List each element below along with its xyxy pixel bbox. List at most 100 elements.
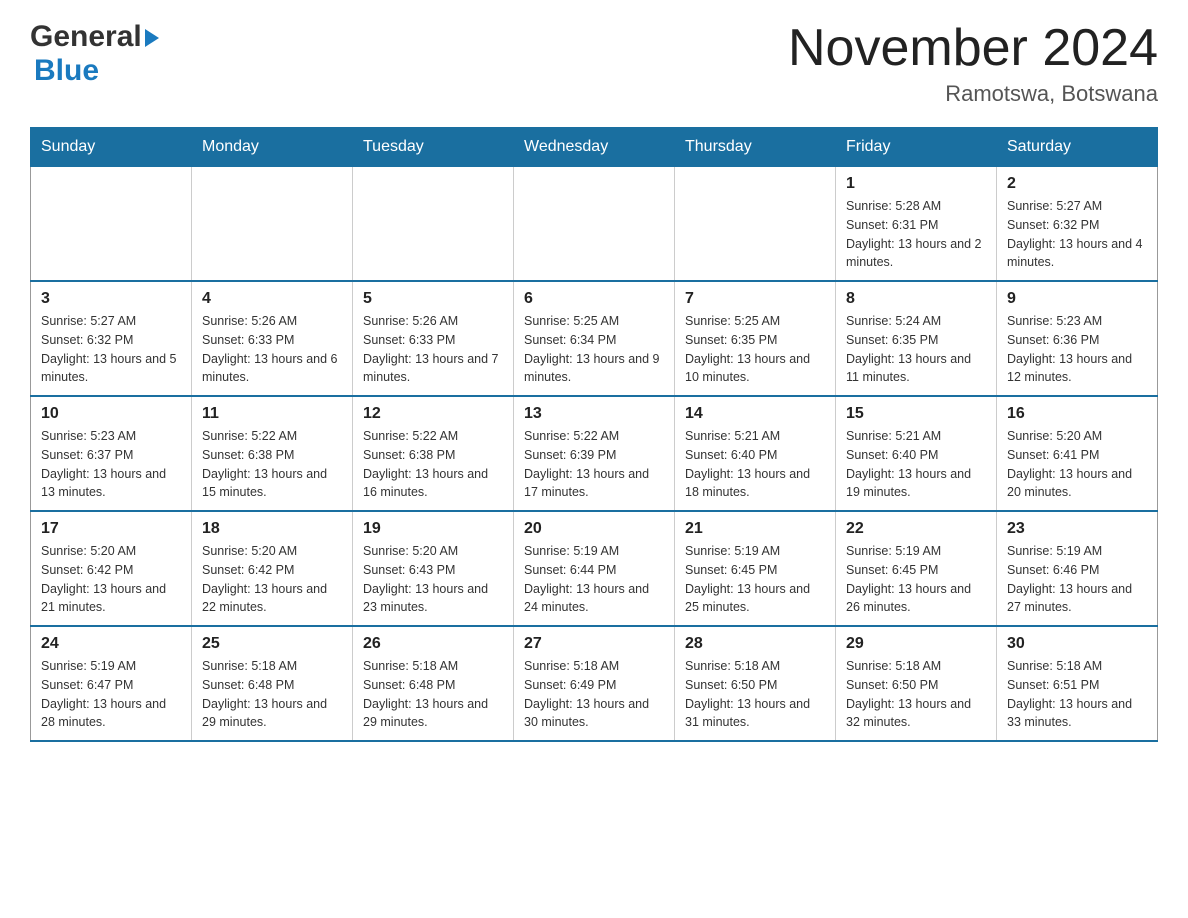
day-info: Sunrise: 5:18 AM Sunset: 6:48 PM Dayligh… <box>202 657 342 732</box>
calendar-cell: 22Sunrise: 5:19 AM Sunset: 6:45 PM Dayli… <box>836 511 997 626</box>
day-number: 15 <box>846 405 986 423</box>
calendar-week-row: 1 Sunrise: 5:28 AM Sunset: 6:31 PM Daylig… <box>31 167 1158 282</box>
calendar-cell: 26 Sunrise: 5:18 AM Sunset: 6:48 PM Dayli… <box>353 626 514 741</box>
day-number: 16 <box>1007 405 1147 423</box>
calendar-cell: 5 Sunrise: 5:26 AM Sunset: 6:33 PM Daylig… <box>353 281 514 396</box>
day-number: 17 <box>41 520 181 538</box>
day-info: Sunrise: 5:22 AM Sunset: 6:39 PM Dayligh… <box>524 427 664 502</box>
day-number: 26 <box>363 635 503 653</box>
day-info: Sunrise: 5:24 AM Sunset: 6:35 PM Dayligh… <box>846 312 986 387</box>
day-info: Sunrise: 5:19 AM Sunset: 6:44 PM Dayligh… <box>524 542 664 617</box>
logo: General Blue <box>30 20 159 88</box>
day-info: Sunrise: 5:28 AM Sunset: 6:31 PM Dayligh… <box>846 197 986 272</box>
day-number: 2 <box>1007 175 1147 193</box>
day-number: 3 <box>41 290 181 308</box>
day-number: 30 <box>1007 635 1147 653</box>
calendar-week-row: 17 Sunrise: 5:20 AM Sunset: 6:42 PM Dayli… <box>31 511 1158 626</box>
calendar-cell: 9 Sunrise: 5:23 AM Sunset: 6:36 PM Daylig… <box>997 281 1158 396</box>
day-number: 6 <box>524 290 664 308</box>
day-info: Sunrise: 5:23 AM Sunset: 6:36 PM Dayligh… <box>1007 312 1147 387</box>
day-number: 4 <box>202 290 342 308</box>
day-number: 7 <box>685 290 825 308</box>
weekday-header-friday: Friday <box>836 128 997 167</box>
calendar-cell: 25Sunrise: 5:18 AM Sunset: 6:48 PM Dayli… <box>192 626 353 741</box>
calendar-cell: 6 Sunrise: 5:25 AM Sunset: 6:34 PM Daylig… <box>514 281 675 396</box>
weekday-header-thursday: Thursday <box>675 128 836 167</box>
day-number: 28 <box>685 635 825 653</box>
day-info: Sunrise: 5:18 AM Sunset: 6:51 PM Dayligh… <box>1007 657 1147 732</box>
calendar-cell: 20 Sunrise: 5:19 AM Sunset: 6:44 PM Dayli… <box>514 511 675 626</box>
day-number: 24 <box>41 635 181 653</box>
calendar-cell: 21Sunrise: 5:19 AM Sunset: 6:45 PM Dayli… <box>675 511 836 626</box>
day-number: 27 <box>524 635 664 653</box>
day-info: Sunrise: 5:18 AM Sunset: 6:50 PM Dayligh… <box>846 657 986 732</box>
calendar-cell: 28 Sunrise: 5:18 AM Sunset: 6:50 PM Dayli… <box>675 626 836 741</box>
calendar-cell <box>675 167 836 282</box>
day-number: 10 <box>41 405 181 423</box>
day-info: Sunrise: 5:20 AM Sunset: 6:41 PM Dayligh… <box>1007 427 1147 502</box>
logo-general-text: General <box>30 20 142 54</box>
day-info: Sunrise: 5:19 AM Sunset: 6:46 PM Dayligh… <box>1007 542 1147 617</box>
calendar-cell: 8 Sunrise: 5:24 AM Sunset: 6:35 PM Daylig… <box>836 281 997 396</box>
day-number: 14 <box>685 405 825 423</box>
day-number: 1 <box>846 175 986 193</box>
calendar-cell: 2 Sunrise: 5:27 AM Sunset: 6:32 PM Daylig… <box>997 167 1158 282</box>
day-number: 8 <box>846 290 986 308</box>
day-number: 20 <box>524 520 664 538</box>
calendar-cell: 1 Sunrise: 5:28 AM Sunset: 6:31 PM Daylig… <box>836 167 997 282</box>
calendar-cell: 18 Sunrise: 5:20 AM Sunset: 6:42 PM Dayli… <box>192 511 353 626</box>
calendar-table: SundayMondayTuesdayWednesdayThursdayFrid… <box>30 127 1158 742</box>
day-info: Sunrise: 5:25 AM Sunset: 6:34 PM Dayligh… <box>524 312 664 387</box>
logo-arrow-icon <box>145 29 159 47</box>
day-info: Sunrise: 5:22 AM Sunset: 6:38 PM Dayligh… <box>363 427 503 502</box>
calendar-cell: 17 Sunrise: 5:20 AM Sunset: 6:42 PM Dayli… <box>31 511 192 626</box>
day-info: Sunrise: 5:19 AM Sunset: 6:47 PM Dayligh… <box>41 657 181 732</box>
day-number: 9 <box>1007 290 1147 308</box>
calendar-cell: 15 Sunrise: 5:21 AM Sunset: 6:40 PM Dayli… <box>836 396 997 511</box>
day-info: Sunrise: 5:21 AM Sunset: 6:40 PM Dayligh… <box>685 427 825 502</box>
day-number: 29 <box>846 635 986 653</box>
calendar-week-row: 24 Sunrise: 5:19 AM Sunset: 6:47 PM Dayli… <box>31 626 1158 741</box>
day-number: 18 <box>202 520 342 538</box>
calendar-header-row: SundayMondayTuesdayWednesdayThursdayFrid… <box>31 128 1158 167</box>
day-info: Sunrise: 5:26 AM Sunset: 6:33 PM Dayligh… <box>202 312 342 387</box>
calendar-cell <box>353 167 514 282</box>
title-block: November 2024 Ramotswa, Botswana <box>788 20 1158 107</box>
calendar-cell: 7 Sunrise: 5:25 AM Sunset: 6:35 PM Daylig… <box>675 281 836 396</box>
calendar-cell <box>192 167 353 282</box>
calendar-cell: 24 Sunrise: 5:19 AM Sunset: 6:47 PM Dayli… <box>31 626 192 741</box>
day-info: Sunrise: 5:18 AM Sunset: 6:48 PM Dayligh… <box>363 657 503 732</box>
calendar-week-row: 3Sunrise: 5:27 AM Sunset: 6:32 PM Daylig… <box>31 281 1158 396</box>
calendar-cell: 19Sunrise: 5:20 AM Sunset: 6:43 PM Dayli… <box>353 511 514 626</box>
weekday-header-sunday: Sunday <box>31 128 192 167</box>
weekday-header-tuesday: Tuesday <box>353 128 514 167</box>
day-info: Sunrise: 5:27 AM Sunset: 6:32 PM Dayligh… <box>1007 197 1147 272</box>
calendar-cell: 16 Sunrise: 5:20 AM Sunset: 6:41 PM Dayli… <box>997 396 1158 511</box>
calendar-week-row: 10 Sunrise: 5:23 AM Sunset: 6:37 PM Dayli… <box>31 396 1158 511</box>
day-info: Sunrise: 5:19 AM Sunset: 6:45 PM Dayligh… <box>685 542 825 617</box>
day-info: Sunrise: 5:25 AM Sunset: 6:35 PM Dayligh… <box>685 312 825 387</box>
calendar-cell: 13 Sunrise: 5:22 AM Sunset: 6:39 PM Dayli… <box>514 396 675 511</box>
day-info: Sunrise: 5:20 AM Sunset: 6:42 PM Dayligh… <box>202 542 342 617</box>
page-title: November 2024 <box>788 20 1158 77</box>
logo-blue-text: Blue <box>34 54 99 87</box>
calendar-cell: 4 Sunrise: 5:26 AM Sunset: 6:33 PM Daylig… <box>192 281 353 396</box>
calendar-cell: 3Sunrise: 5:27 AM Sunset: 6:32 PM Daylig… <box>31 281 192 396</box>
calendar-cell: 14 Sunrise: 5:21 AM Sunset: 6:40 PM Dayli… <box>675 396 836 511</box>
weekday-header-wednesday: Wednesday <box>514 128 675 167</box>
day-info: Sunrise: 5:23 AM Sunset: 6:37 PM Dayligh… <box>41 427 181 502</box>
calendar-cell: 29 Sunrise: 5:18 AM Sunset: 6:50 PM Dayli… <box>836 626 997 741</box>
day-info: Sunrise: 5:21 AM Sunset: 6:40 PM Dayligh… <box>846 427 986 502</box>
day-number: 11 <box>202 405 342 423</box>
day-info: Sunrise: 5:20 AM Sunset: 6:42 PM Dayligh… <box>41 542 181 617</box>
day-info: Sunrise: 5:18 AM Sunset: 6:50 PM Dayligh… <box>685 657 825 732</box>
day-info: Sunrise: 5:26 AM Sunset: 6:33 PM Dayligh… <box>363 312 503 387</box>
page-header: General Blue November 2024 Ramotswa, Bot… <box>30 20 1158 107</box>
day-number: 5 <box>363 290 503 308</box>
day-number: 13 <box>524 405 664 423</box>
day-info: Sunrise: 5:22 AM Sunset: 6:38 PM Dayligh… <box>202 427 342 502</box>
day-number: 23 <box>1007 520 1147 538</box>
calendar-cell: 27Sunrise: 5:18 AM Sunset: 6:49 PM Dayli… <box>514 626 675 741</box>
weekday-header-monday: Monday <box>192 128 353 167</box>
day-number: 22 <box>846 520 986 538</box>
